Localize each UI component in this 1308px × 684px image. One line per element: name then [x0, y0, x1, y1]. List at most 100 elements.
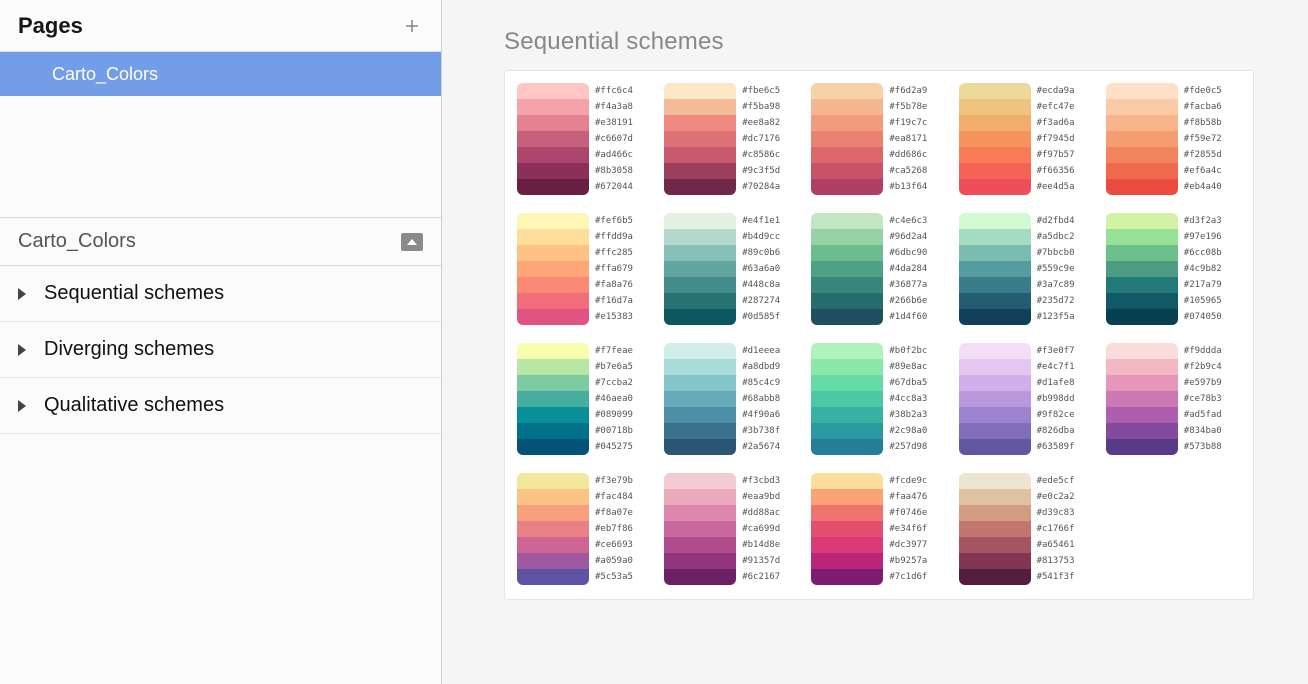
swatch [1106, 99, 1178, 115]
color-scheme-1[interactable]: #fbe6c5#f5ba98#ee8a82#dc7176#c8586c#9c3f… [664, 83, 803, 195]
hex-label: #6dbc90 [889, 245, 927, 261]
swatch [1106, 343, 1178, 359]
swatch [664, 99, 736, 115]
layer-row-1[interactable]: Diverging schemes [0, 322, 441, 378]
swatch [1106, 245, 1178, 261]
hex-label: #ca5268 [889, 163, 927, 179]
hex-label: #8b3058 [595, 163, 633, 179]
swatch-stack [664, 83, 736, 195]
hex-label: #b14d8e [742, 537, 780, 553]
swatch [517, 163, 589, 179]
swatch [811, 473, 883, 489]
color-scheme-4[interactable]: #fde0c5#facba6#f8b58b#f59e72#f2855d#ef6a… [1106, 83, 1245, 195]
layer-row-2[interactable]: Qualitative schemes [0, 378, 441, 434]
color-scheme-18[interactable]: #ede5cf#e0c2a2#d39c83#c1766f#a65461#8137… [959, 473, 1098, 585]
hex-label: #d39c83 [1037, 505, 1075, 521]
hex-labels: #b0f2bc#89e8ac#67dba5#4cc8a3#38b2a3#2c98… [889, 343, 927, 455]
color-scheme-2[interactable]: #f6d2a9#f5b78e#f19c7c#ea8171#dd686c#ca52… [811, 83, 950, 195]
swatch [517, 147, 589, 163]
color-scheme-0[interactable]: #ffc6c4#f4a3a8#e38191#c6607d#ad466c#8b30… [517, 83, 656, 195]
hex-label: #f3ad6a [1037, 115, 1075, 131]
swatch [959, 179, 1031, 195]
hex-label: #ce78b3 [1184, 391, 1222, 407]
hex-label: #f4a3a8 [595, 99, 633, 115]
swatch [959, 261, 1031, 277]
hex-labels: #fef6b5#ffdd9a#ffc285#ffa679#fa8a76#f16d… [595, 213, 633, 325]
hex-labels: #d1eeea#a8dbd9#85c4c9#68abb8#4f90a6#3b73… [742, 343, 780, 455]
swatch [959, 407, 1031, 423]
swatch-stack [959, 213, 1031, 325]
hex-label: #c4e6c3 [889, 213, 927, 229]
hex-label: #826dba [1037, 423, 1075, 439]
color-scheme-12[interactable]: #b0f2bc#89e8ac#67dba5#4cc8a3#38b2a3#2c98… [811, 343, 950, 455]
hex-label: #ef6a4c [1184, 163, 1222, 179]
hex-label: #dc3977 [889, 537, 927, 553]
swatch [517, 423, 589, 439]
color-scheme-6[interactable]: #e4f1e1#b4d9cc#89c0b6#63a6a0#448c8a#2872… [664, 213, 803, 325]
color-scheme-10[interactable]: #f7feae#b7e6a5#7ccba2#46aea0#089099#0071… [517, 343, 656, 455]
swatch [1106, 163, 1178, 179]
color-scheme-9[interactable]: #d3f2a3#97e196#6cc08b#4c9b82#217a79#1059… [1106, 213, 1245, 325]
layer-label: Qualitative schemes [44, 394, 224, 417]
hex-label: #235d72 [1037, 293, 1075, 309]
color-scheme-3[interactable]: #ecda9a#efc47e#f3ad6a#f7945d#f97b57#f663… [959, 83, 1098, 195]
hex-label: #7bbcb0 [1037, 245, 1075, 261]
swatch [811, 553, 883, 569]
layer-row-0[interactable]: Sequential schemes [0, 266, 441, 322]
artboard-preview-icon[interactable] [401, 233, 423, 251]
swatch [664, 293, 736, 309]
hex-label: #448c8a [742, 277, 780, 293]
add-page-button[interactable] [401, 15, 423, 37]
color-scheme-17[interactable]: #fcde9c#faa476#f0746e#e34f6f#dc3977#b925… [811, 473, 950, 585]
hex-label: #f5b78e [889, 99, 927, 115]
swatch-stack [959, 343, 1031, 455]
swatch [517, 505, 589, 521]
swatch [1106, 407, 1178, 423]
hex-label: #4cc8a3 [889, 391, 927, 407]
artboard-panel[interactable]: #ffc6c4#f4a3a8#e38191#c6607d#ad466c#8b30… [504, 70, 1254, 600]
sidebar: Pages Carto_Colors Carto_Colors Sequenti… [0, 0, 442, 684]
hex-label: #ffa679 [595, 261, 633, 277]
swatch [1106, 83, 1178, 99]
hex-label: #813753 [1037, 553, 1075, 569]
hex-label: #ce6693 [595, 537, 633, 553]
swatch-stack [1106, 343, 1178, 455]
scheme-grid: #ffc6c4#f4a3a8#e38191#c6607d#ad466c#8b30… [517, 83, 1245, 585]
swatch [664, 261, 736, 277]
swatch-stack [1106, 83, 1178, 195]
swatch [517, 439, 589, 455]
color-scheme-8[interactable]: #d2fbd4#a5dbc2#7bbcb0#559c9e#3a7c89#235d… [959, 213, 1098, 325]
color-scheme-5[interactable]: #fef6b5#ffdd9a#ffc285#ffa679#fa8a76#f16d… [517, 213, 656, 325]
hex-label: #f59e72 [1184, 131, 1222, 147]
color-scheme-15[interactable]: #f3e79b#fac484#f8a07e#eb7f86#ce6693#a059… [517, 473, 656, 585]
swatch [664, 179, 736, 195]
hex-label: #d2fbd4 [1037, 213, 1075, 229]
pages-header: Pages [0, 0, 441, 52]
swatch [664, 505, 736, 521]
hex-label: #a5dbc2 [1037, 229, 1075, 245]
swatch [517, 99, 589, 115]
hex-labels: #f3e0f7#e4c7f1#d1afe8#b998dd#9f82ce#826d… [1037, 343, 1075, 455]
hex-labels: #f3e79b#fac484#f8a07e#eb7f86#ce6693#a059… [595, 473, 633, 585]
hex-labels: #e4f1e1#b4d9cc#89c0b6#63a6a0#448c8a#2872… [742, 213, 780, 325]
color-scheme-14[interactable]: #f9ddda#f2b9c4#e597b9#ce78b3#ad5fad#834b… [1106, 343, 1245, 455]
hex-label: #fde0c5 [1184, 83, 1222, 99]
swatch [811, 213, 883, 229]
hex-label: #123f5a [1037, 309, 1075, 325]
swatch [959, 99, 1031, 115]
hex-label: #f8b58b [1184, 115, 1222, 131]
swatch-stack [664, 473, 736, 585]
page-item-carto-colors[interactable]: Carto_Colors [0, 52, 441, 96]
color-scheme-13[interactable]: #f3e0f7#e4c7f1#d1afe8#b998dd#9f82ce#826d… [959, 343, 1098, 455]
color-scheme-16[interactable]: #f3cbd3#eaa9bd#dd88ac#ca699d#b14d8e#9135… [664, 473, 803, 585]
hex-label: #e4f1e1 [742, 213, 780, 229]
swatch [517, 277, 589, 293]
swatch [811, 179, 883, 195]
color-scheme-7[interactable]: #c4e6c3#96d2a4#6dbc90#4da284#36877a#266b… [811, 213, 950, 325]
swatch-stack [811, 83, 883, 195]
hex-label: #ea8171 [889, 131, 927, 147]
hex-label: #f3cbd3 [742, 473, 780, 489]
hex-label: #eb7f86 [595, 521, 633, 537]
swatch [959, 163, 1031, 179]
color-scheme-11[interactable]: #d1eeea#a8dbd9#85c4c9#68abb8#4f90a6#3b73… [664, 343, 803, 455]
